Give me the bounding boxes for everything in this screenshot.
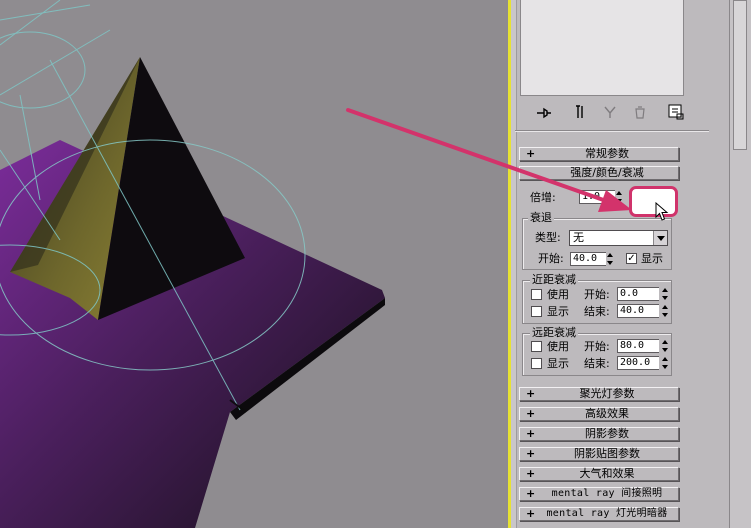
rollout-intensity-color-attenuation[interactable]: - 强度/颜色/衰减 — [519, 166, 679, 180]
rollout-title: mental ray 灯光明暗器 — [546, 508, 668, 519]
expand-sign: + — [526, 487, 536, 500]
near-use-checkbox[interactable] — [531, 289, 542, 300]
expand-sign: + — [526, 507, 536, 520]
rollout-title: 聚光灯参数 — [579, 387, 635, 400]
rollout-title: 阴影参数 — [585, 427, 629, 440]
far-end-field[interactable]: 200.0 — [617, 356, 659, 370]
rollout-shadow-map-parameters[interactable]: + 阴影贴图参数 — [519, 447, 679, 461]
far-end-label: 结束: — [584, 357, 610, 370]
rollout-general-parameters[interactable]: + 常规参数 — [519, 147, 679, 161]
panel-scrollbar[interactable] — [729, 0, 751, 528]
decay-show-checkbox[interactable]: ✓ — [626, 253, 637, 264]
viewport-scene — [0, 0, 385, 528]
rollout-mental-ray-light-shader[interactable]: + mental ray 灯光明暗器 — [519, 507, 679, 521]
configure-sets-icon[interactable] — [666, 102, 686, 122]
modifier-stack-list[interactable] — [520, 0, 684, 96]
increment-spinner-icon[interactable] — [661, 356, 669, 370]
near-show-label: 显示 — [547, 305, 569, 318]
rollout-title: 大气和效果 — [579, 467, 635, 480]
near-start-label: 开始: — [584, 288, 610, 301]
perspective-viewport[interactable] — [0, 0, 510, 528]
far-show-checkbox[interactable] — [531, 358, 542, 369]
pin-stack-icon[interactable] — [534, 102, 554, 122]
rollout-title: 阴影贴图参数 — [574, 447, 640, 460]
light-color-swatch[interactable] — [629, 186, 678, 217]
near-atten-label: 近距衰减 — [530, 273, 578, 286]
panel-edge — [511, 0, 517, 528]
near-start-field[interactable]: 0.0 — [617, 287, 659, 301]
decay-start-label: 开始: — [538, 252, 564, 265]
expand-sign: + — [526, 447, 536, 460]
decay-start-field[interactable]: 40.0 — [570, 252, 606, 266]
rollout-atmospheres-effects[interactable]: + 大气和效果 — [519, 467, 679, 481]
near-use-label: 使用 — [547, 288, 569, 301]
multiplier-spinner-field[interactable]: 1.0 — [579, 190, 615, 204]
decay-type-label: 类型: — [535, 231, 561, 244]
increment-spinner-icon[interactable] — [661, 287, 669, 301]
collapse-sign: - — [526, 166, 531, 179]
show-end-result-icon[interactable] — [570, 102, 590, 122]
modifier-stack-toolbar — [520, 102, 690, 122]
rollout-title: mental ray 间接照明 — [551, 488, 663, 499]
make-unique-icon[interactable] — [600, 102, 620, 122]
multiplier-label: 倍增: — [530, 191, 556, 204]
mouse-cursor-icon — [655, 202, 669, 221]
chevron-down-icon[interactable] — [653, 231, 667, 245]
increment-spinner-icon[interactable] — [661, 339, 669, 353]
near-end-label: 结束: — [584, 305, 610, 318]
rollout-shadow-parameters[interactable]: + 阴影参数 — [519, 427, 679, 441]
expand-sign: + — [526, 147, 536, 160]
near-end-field[interactable]: 40.0 — [617, 304, 659, 318]
far-use-checkbox[interactable] — [531, 341, 542, 352]
far-atten-label: 远距衰减 — [530, 326, 578, 339]
far-start-field[interactable]: 80.0 — [617, 339, 659, 353]
decay-group-label: 衰退 — [528, 211, 554, 224]
far-show-label: 显示 — [547, 357, 569, 370]
expand-sign: + — [526, 407, 536, 420]
near-show-checkbox[interactable] — [531, 306, 542, 317]
increment-spinner-icon[interactable] — [661, 304, 669, 318]
expand-sign: + — [526, 427, 536, 440]
rollout-title: 强度/颜色/衰减 — [570, 166, 644, 179]
rollout-title: 高级效果 — [585, 407, 629, 420]
expand-sign: + — [526, 467, 536, 480]
scrollbar-thumb[interactable] — [733, 0, 747, 150]
rollout-advanced-effects[interactable]: + 高级效果 — [519, 407, 679, 421]
increment-spinner-icon[interactable] — [606, 252, 614, 266]
decay-show-label: 显示 — [641, 252, 663, 265]
rollout-mental-ray-indirect-illumination[interactable]: + mental ray 间接照明 — [519, 487, 679, 501]
far-start-label: 开始: — [584, 340, 610, 353]
remove-modifier-icon[interactable] — [630, 102, 650, 122]
increment-spinner-icon[interactable] — [615, 190, 623, 204]
expand-sign: + — [526, 387, 536, 400]
rollout-title: 常规参数 — [585, 147, 629, 160]
decay-type-value: 无 — [573, 231, 584, 244]
decay-type-dropdown[interactable]: 无 — [569, 230, 668, 246]
divider — [515, 130, 709, 132]
rollout-spotlight-parameters[interactable]: + 聚光灯参数 — [519, 387, 679, 401]
far-use-label: 使用 — [547, 340, 569, 353]
